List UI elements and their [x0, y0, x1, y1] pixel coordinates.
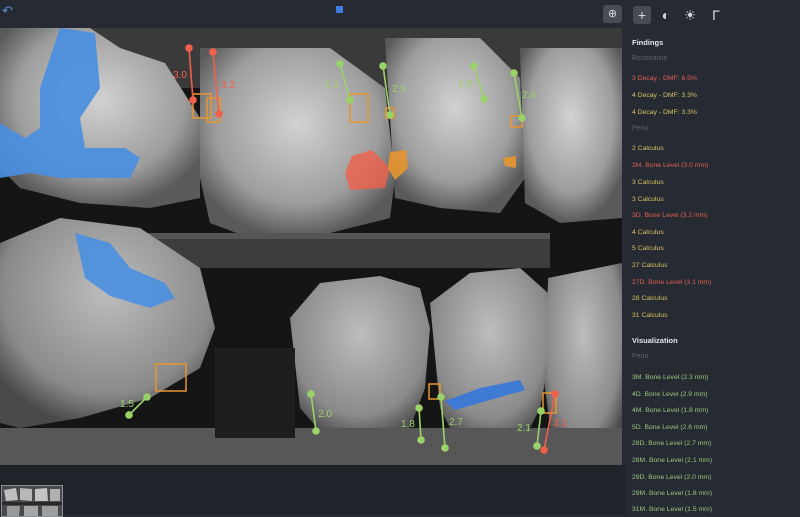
measure-label: 3.2 [221, 80, 235, 91]
finding-item[interactable]: 3 Calculus [632, 196, 664, 203]
xray-image: 3.0 3.2 2.3 2.9 1.8 2.6 1.5 2.0 1.8 2.7 … [0, 28, 622, 465]
plus-icon[interactable]: + [633, 6, 651, 24]
measure-label: 3.0 [173, 70, 187, 81]
measure-label: 2.1 [517, 423, 531, 434]
visualization-item[interactable]: 28M. Bone Level (2.1 mm) [632, 457, 712, 464]
measure-label: 1.8 [458, 79, 472, 90]
visualization-item[interactable]: 4D. Bone Level (2.9 mm) [632, 391, 708, 398]
measure-label: 2.9 [392, 84, 406, 95]
visualization-item[interactable]: 3M. Bone Level (2.3 mm) [632, 374, 708, 381]
measure-label: 1.5 [120, 399, 134, 410]
finding-item[interactable]: 31 Calculus [632, 312, 668, 319]
findings-title: Findings [632, 38, 664, 47]
back-arrow-icon[interactable]: ↶ [2, 4, 16, 18]
visualization-item[interactable]: 29D. Bone Level (2.0 mm) [632, 474, 711, 481]
finding-item[interactable]: 4 Decay - DMF: 3.3% [632, 92, 697, 99]
visualization-item[interactable]: 31M. Bone Level (1.5 mm) [632, 506, 712, 513]
perio-subtitle: Perio [632, 125, 649, 132]
finding-item[interactable]: 3 Calculus [632, 179, 664, 186]
visualization-item[interactable]: 28D. Bone Level (2.7 mm) [632, 440, 711, 447]
visualization-item[interactable]: 5D. Bone Level (2.6 mm) [632, 424, 708, 431]
vis-perio-subtitle: Perio [632, 353, 649, 360]
finding-item[interactable]: 2 Calculus [632, 145, 664, 152]
finding-item[interactable]: 3D. Bone Level (3.2 mm) [632, 212, 708, 219]
finding-item[interactable]: 2M. Bone Level (3.0 mm) [632, 162, 708, 169]
finding-item[interactable]: 3 Decay - DMF: 6.5% [632, 75, 697, 82]
measure-label: 2.7 [449, 417, 463, 428]
visualization-item[interactable]: 29M. Bone Level (1.8 mm) [632, 490, 712, 497]
measure-label: 1.8 [401, 419, 415, 430]
measure-label: 2.0 [318, 409, 332, 420]
measure-label: 3.1 [553, 418, 567, 429]
angle-icon[interactable]: Γ [707, 6, 725, 24]
contrast-icon[interactable]: ◐ [657, 6, 675, 24]
zoom-icon[interactable]: ⊕ [603, 5, 622, 23]
finding-item[interactable]: 4 Decay - DMF: 3.3% [632, 109, 697, 116]
xray-viewer[interactable]: 3.0 3.2 2.3 2.9 1.8 2.6 1.5 2.0 1.8 2.7 … [0, 28, 622, 465]
measure-label: 2.6 [522, 90, 536, 101]
finding-item[interactable]: 28 Calculus [632, 295, 668, 302]
restorative-subtitle: Restorative [632, 55, 668, 62]
xray-thumbnail[interactable] [1, 485, 63, 517]
finding-item[interactable]: 5 Calculus [632, 245, 664, 252]
thumbnail-strip [0, 465, 625, 517]
finding-item[interactable]: 27 Calculus [632, 262, 668, 269]
findings-sidebar: + ◐ ☀ Γ Findings Restorative 3 Decay - D… [625, 0, 800, 515]
visualization-title: Visualization [632, 336, 678, 345]
finding-item[interactable]: 4 Calculus [632, 229, 664, 236]
visualization-item[interactable]: 4M. Bone Level (1.8 mm) [632, 407, 708, 414]
finding-item[interactable]: 27D. Bone Level (3.1 mm) [632, 279, 711, 286]
top-toolbar: ↶ ⊕ [0, 0, 625, 28]
brightness-icon[interactable]: ☀ [681, 6, 699, 24]
layout-toggle-button[interactable] [336, 6, 343, 13]
measure-label: 2.3 [325, 80, 339, 91]
